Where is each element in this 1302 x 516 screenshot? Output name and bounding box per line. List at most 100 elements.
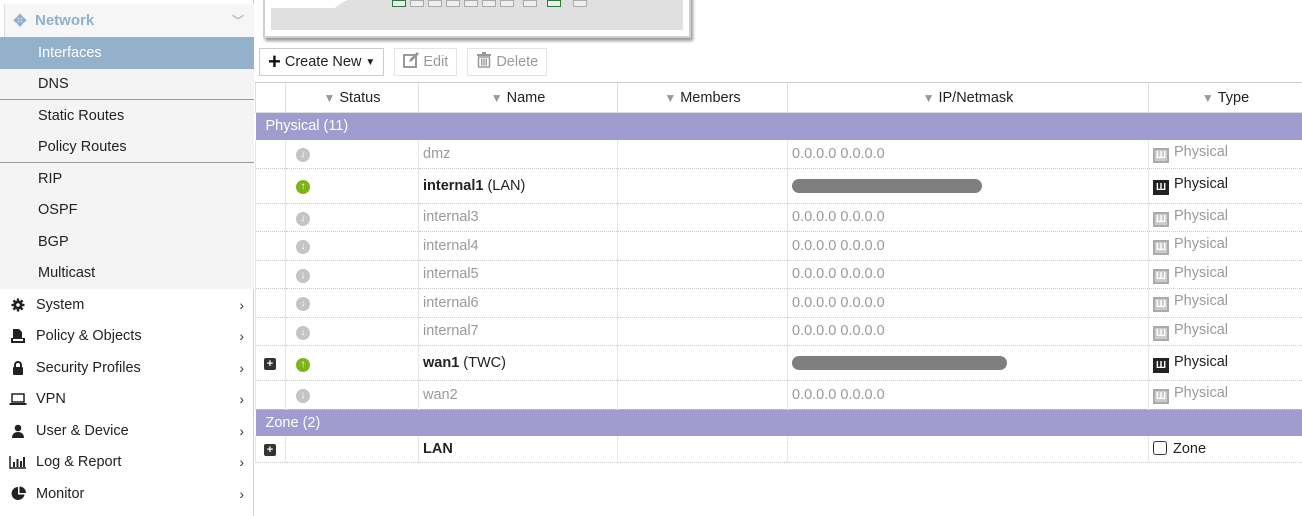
- sidebar-item-label: User & Device: [36, 422, 129, 439]
- edit-button[interactable]: Edit: [394, 48, 458, 76]
- expand-icon[interactable]: +: [264, 358, 276, 370]
- column-header-type[interactable]: ▼ Type: [1148, 82, 1302, 113]
- type-label: Physical: [1174, 207, 1228, 224]
- port-indicator: [392, 0, 406, 7]
- table-row[interactable]: ↓ dmz 0.0.0.0 0.0.0.0 Ш Physical: [255, 139, 1302, 169]
- interface-name: internal3: [423, 209, 479, 226]
- ip-cell: [787, 168, 1149, 204]
- expand-cell: +: [255, 436, 286, 463]
- interface-name: internal4: [423, 237, 479, 254]
- sidebar-subitem-label: Multicast: [38, 265, 96, 282]
- sidebar-subitem-label: Static Routes: [38, 107, 125, 124]
- expand-cell: [255, 139, 286, 169]
- trash-icon: [476, 52, 492, 72]
- table-row[interactable]: ↓ internal5 0.0.0.0 0.0.0.0 Ш Physical: [255, 260, 1302, 289]
- interface-name: internal5: [423, 266, 479, 283]
- column-header-members[interactable]: ▼ Members: [617, 82, 788, 113]
- user-icon: [0, 424, 36, 438]
- type-cell: Ш Physical: [1148, 168, 1302, 204]
- chevron-right-icon: ›: [239, 296, 244, 313]
- type-cell: Ш Physical: [1148, 139, 1302, 169]
- group-header-row[interactable]: Physical (11): [255, 112, 1302, 140]
- sidebar-subitem-multicast[interactable]: Multicast: [0, 257, 254, 289]
- sidebar-subitem-dns[interactable]: DNS: [0, 68, 254, 100]
- members-cell: [617, 380, 788, 410]
- status-down-icon: ↓: [296, 240, 310, 255]
- ip-cell: 0.0.0.0 0.0.0.0: [787, 260, 1149, 289]
- sidebar-subitem-label: OSPF: [38, 202, 78, 219]
- members-cell: [617, 168, 788, 204]
- sidebar-subitem-interfaces[interactable]: Interfaces: [0, 37, 254, 69]
- port-indicator: [446, 0, 460, 7]
- sidebar-item-network[interactable]: ✥ Network ﹀: [4, 4, 254, 37]
- column-header-status[interactable]: ▼ Status: [285, 82, 419, 113]
- delete-button[interactable]: Delete: [467, 48, 548, 76]
- sidebar-item-policy-objects[interactable]: Policy & Objects ›: [0, 321, 254, 353]
- interface-name: wan1: [423, 355, 460, 371]
- name-cell: LAN: [418, 436, 618, 463]
- column-header-name[interactable]: ▼ Name: [418, 82, 618, 113]
- interface-alias: (LAN): [487, 177, 526, 194]
- sidebar-subitem-ospf[interactable]: OSPF: [0, 194, 254, 226]
- ip-cell: 0.0.0.0 0.0.0.0: [787, 203, 1149, 232]
- table-row[interactable]: + ↑ wan1 (TWC) Ш Physical: [255, 345, 1302, 381]
- network-arrows-icon: ✥: [13, 12, 27, 30]
- status-cell: ↓: [285, 260, 419, 289]
- sidebar-item-vpn[interactable]: VPN ›: [0, 384, 254, 416]
- caret-down-icon: ▼: [365, 56, 376, 68]
- table-row[interactable]: ↓ wan2 0.0.0.0 0.0.0.0 Ш Physical: [255, 380, 1302, 410]
- plus-icon: +: [268, 49, 281, 74]
- sidebar-item-log-report[interactable]: Log & Report ›: [0, 447, 254, 479]
- name-cell: internal4: [418, 231, 618, 261]
- filter-icon[interactable]: ▼: [491, 91, 503, 105]
- sidebar-item-user-device[interactable]: User & Device ›: [0, 415, 254, 447]
- status-down-icon: ↓: [296, 211, 310, 226]
- status-down-icon: ↓: [296, 148, 310, 162]
- group-header-row[interactable]: Zone (2): [255, 409, 1302, 436]
- table-row[interactable]: ↓ internal4 0.0.0.0 0.0.0.0 Ш Physical: [255, 231, 1302, 261]
- chevron-right-icon: ›: [239, 454, 244, 471]
- status-down-icon: ↓: [296, 297, 310, 312]
- members-cell: [617, 231, 788, 261]
- sidebar-subitem-policy-routes[interactable]: Policy Routes: [0, 131, 254, 163]
- edit-icon: [403, 52, 420, 72]
- filter-icon[interactable]: ▼: [1202, 91, 1214, 105]
- chevron-right-icon: ›: [239, 422, 244, 439]
- type-label: Physical: [1174, 264, 1228, 281]
- filter-icon[interactable]: ▼: [324, 91, 336, 105]
- name-cell: wan1 (TWC): [418, 345, 618, 381]
- sidebar-subitem-rip[interactable]: RIP: [0, 163, 254, 195]
- filter-icon[interactable]: ▼: [664, 91, 676, 105]
- chevron-right-icon: ›: [239, 391, 244, 408]
- create-new-button[interactable]: + Create New ▼: [259, 48, 385, 76]
- table-row[interactable]: + LAN Zone: [255, 436, 1302, 463]
- status-cell: ↓: [285, 288, 419, 318]
- table-row[interactable]: ↓ internal3 0.0.0.0 0.0.0.0 Ш Physical: [255, 203, 1302, 232]
- ip-cell: 0.0.0.0 0.0.0.0: [787, 139, 1149, 169]
- sidebar-subitem-label: DNS: [38, 75, 69, 92]
- table-row[interactable]: ↓ internal7 0.0.0.0 0.0.0.0 Ш Physical: [255, 317, 1302, 346]
- expand-cell: [255, 231, 286, 261]
- table-row[interactable]: ↓ internal6 0.0.0.0 0.0.0.0 Ш Physical: [255, 288, 1302, 318]
- interface-alias: (TWC): [463, 355, 506, 371]
- ip-netmask: 0.0.0.0 0.0.0.0: [792, 386, 885, 403]
- name-cell: internal3: [418, 203, 618, 232]
- physical-port-icon: Ш: [1153, 211, 1169, 227]
- members-cell: [617, 139, 788, 169]
- type-label: Physical: [1174, 144, 1228, 160]
- table-header-row: ▼ Status ▼ Name ▼ Members ▼ IP/Netmask ▼ Type: [255, 82, 1302, 113]
- sidebar-item-system[interactable]: System ›: [0, 289, 254, 321]
- sidebar-subitem-static-routes[interactable]: Static Routes: [0, 100, 254, 132]
- filter-icon[interactable]: ▼: [923, 91, 935, 105]
- redacted-ip: [792, 178, 982, 193]
- sidebar-item-label: System: [36, 296, 85, 313]
- sidebar-item-security-profiles[interactable]: Security Profiles ›: [0, 352, 254, 384]
- lock-icon: [0, 360, 36, 375]
- name-cell: internal6: [418, 288, 618, 318]
- sidebar-subitem-bgp[interactable]: BGP: [0, 226, 254, 258]
- column-header-ip-netmask[interactable]: ▼ IP/Netmask: [787, 82, 1149, 113]
- status-cell: ↑: [285, 168, 419, 204]
- expand-icon[interactable]: +: [264, 443, 276, 456]
- sidebar-item-monitor[interactable]: Monitor ›: [0, 478, 254, 510]
- table-row[interactable]: ↑ internal1 (LAN) Ш Physical: [255, 168, 1302, 204]
